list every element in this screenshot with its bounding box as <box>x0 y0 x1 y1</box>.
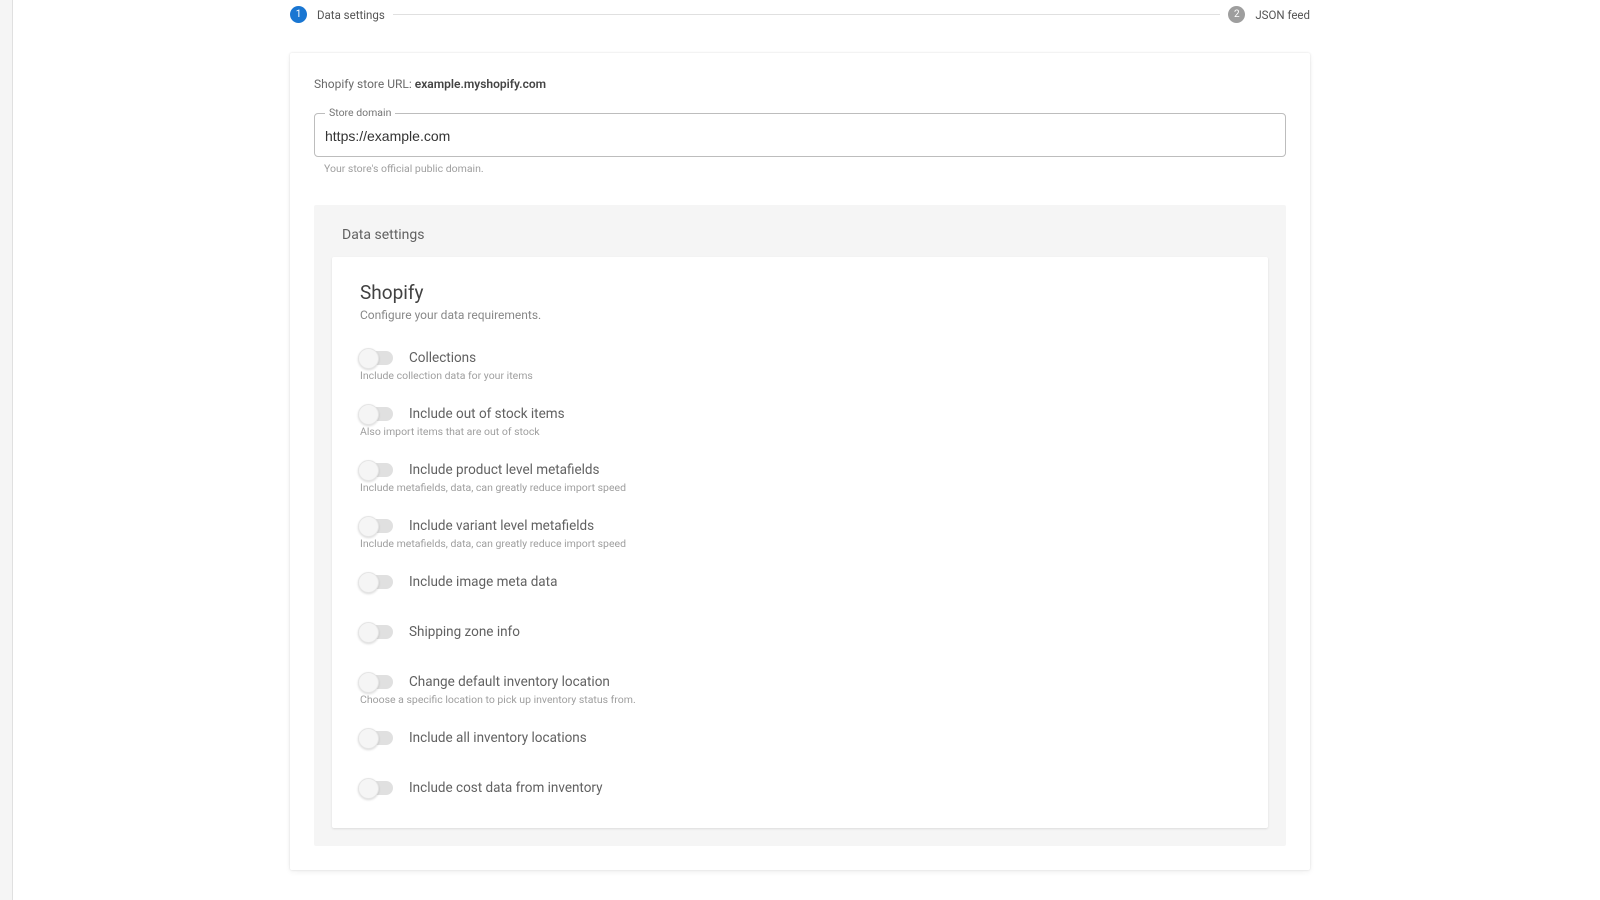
toggle-product-metafields-label: Include product level metafields <box>409 462 600 478</box>
toggle-inventory-location: Change default inventory location Choose… <box>360 674 1240 706</box>
store-domain-input[interactable] <box>315 114 1285 156</box>
toggle-out-of-stock-desc: Also import items that are out of stock <box>360 425 1240 438</box>
store-domain-wrapper: Store domain Your store's official publi… <box>314 113 1286 175</box>
toggle-image-meta: Include image meta data <box>360 574 1240 590</box>
toggle-out-of-stock: Include out of stock items Also import i… <box>360 406 1240 438</box>
toggle-product-metafields-desc: Include metafields, data, can greatly re… <box>360 481 1240 494</box>
toggle-shipping-zone-label: Shipping zone info <box>409 624 520 640</box>
step-2[interactable]: 2 JSON feed <box>1228 6 1310 23</box>
toggle-variant-metafields-switch[interactable] <box>360 519 393 533</box>
card-title: Shopify <box>360 281 1240 304</box>
toggle-inventory-location-label: Change default inventory location <box>409 674 610 690</box>
store-domain-helper: Your store's official public domain. <box>324 162 1286 175</box>
step-2-label: JSON feed <box>1255 8 1310 22</box>
toggle-out-of-stock-label: Include out of stock items <box>409 406 565 422</box>
toggle-inventory-location-desc: Choose a specific location to pick up in… <box>360 693 1240 706</box>
shopify-url-prefix: Shopify store URL: <box>314 77 415 91</box>
toggle-variant-metafields: Include variant level metafields Include… <box>360 518 1240 550</box>
step-1-label: Data settings <box>317 8 385 22</box>
toggle-all-inventory-switch[interactable] <box>360 731 393 745</box>
left-gutter <box>0 0 13 900</box>
toggle-product-metafields-switch[interactable] <box>360 463 393 477</box>
toggle-collections: Collections Include collection data for … <box>360 350 1240 382</box>
toggle-all-inventory: Include all inventory locations <box>360 730 1240 746</box>
toggle-out-of-stock-switch[interactable] <box>360 407 393 421</box>
shopify-url-value: example.myshopify.com <box>415 77 546 91</box>
toggle-variant-metafields-label: Include variant level metafields <box>409 518 594 534</box>
settings-panel: Data settings Shopify Configure your dat… <box>314 205 1286 846</box>
store-domain-fieldset: Store domain <box>314 113 1286 157</box>
shopify-url-line: Shopify store URL: example.myshopify.com <box>314 77 1286 91</box>
main-box: Shopify store URL: example.myshopify.com… <box>290 53 1310 870</box>
toggle-collections-desc: Include collection data for your items <box>360 369 1240 382</box>
stepper: 1 Data settings 2 JSON feed <box>290 0 1310 33</box>
toggle-inventory-location-switch[interactable] <box>360 675 393 689</box>
toggle-cost-data-label: Include cost data from inventory <box>409 780 603 796</box>
toggle-all-inventory-label: Include all inventory locations <box>409 730 587 746</box>
toggle-cost-data-switch[interactable] <box>360 781 393 795</box>
step-1-circle: 1 <box>290 6 307 23</box>
toggle-collections-switch[interactable] <box>360 351 393 365</box>
page-container: 1 Data settings 2 JSON feed Shopify stor… <box>270 0 1330 870</box>
store-domain-legend: Store domain <box>325 106 395 119</box>
toggle-shipping-zone: Shipping zone info <box>360 624 1240 640</box>
step-1[interactable]: 1 Data settings <box>290 6 385 23</box>
settings-panel-title: Data settings <box>342 227 1268 243</box>
toggle-image-meta-switch[interactable] <box>360 575 393 589</box>
step-divider <box>393 14 1221 15</box>
shopify-card: Shopify Configure your data requirements… <box>332 257 1268 828</box>
step-2-circle: 2 <box>1228 6 1245 23</box>
toggle-shipping-zone-switch[interactable] <box>360 625 393 639</box>
card-subtitle: Configure your data requirements. <box>360 308 1240 322</box>
toggle-image-meta-label: Include image meta data <box>409 574 557 590</box>
toggle-variant-metafields-desc: Include metafields, data, can greatly re… <box>360 537 1240 550</box>
toggle-product-metafields: Include product level metafields Include… <box>360 462 1240 494</box>
toggle-collections-label: Collections <box>409 350 476 366</box>
toggle-cost-data: Include cost data from inventory <box>360 780 1240 796</box>
